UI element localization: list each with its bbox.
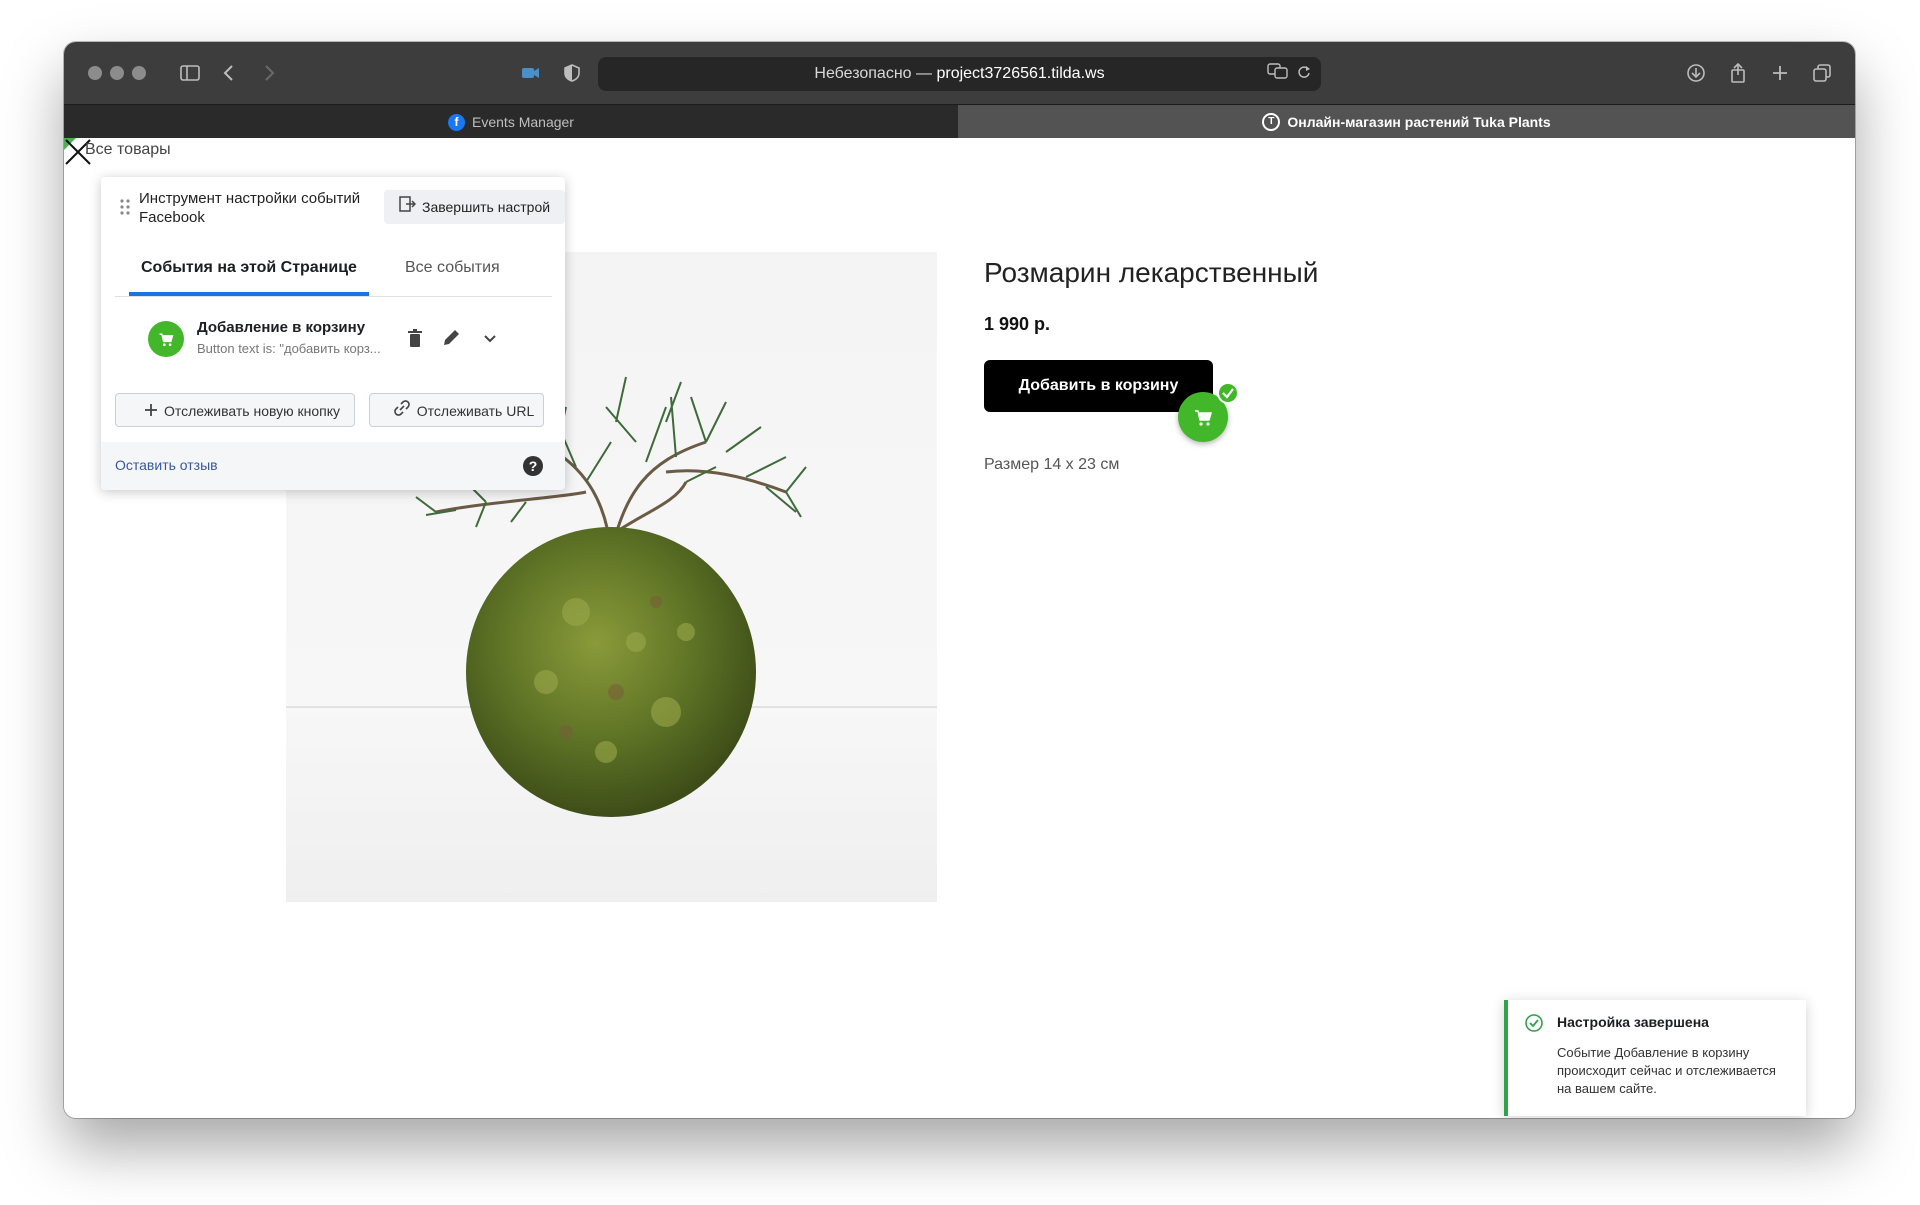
tilda-icon: T — [1262, 113, 1281, 131]
product-price: 1 990 р. — [984, 314, 1051, 334]
url-host: project3726561.tilda.ws — [936, 65, 1105, 82]
exit-icon — [398, 191, 417, 224]
url-prefix: Небезопасно — — [814, 65, 933, 82]
add-to-cart-button[interactable]: Добавить в корзину — [984, 360, 1213, 412]
forward-icon[interactable] — [254, 58, 284, 88]
facebook-icon: f — [448, 113, 466, 131]
feedback-link[interactable]: Оставить отзыв — [115, 457, 218, 473]
product-title: Розмарин лекарственный — [984, 257, 1319, 288]
browser-toolbar: Небезопасно — project3726561.tilda.ws — [64, 42, 1855, 104]
tab-events-manager[interactable]: f Events Manager — [64, 105, 958, 139]
link-icon — [393, 396, 411, 428]
browser-window: Небезопасно — project3726561.tilda.ws f … — [64, 42, 1855, 1118]
event-row[interactable]: Добавление в корзину Button text is: "до… — [101, 313, 565, 365]
track-new-button-label: Отслеживать новую кнопку — [163, 403, 341, 419]
event-name: Добавление в корзину — [197, 319, 366, 336]
privacy-shield-icon[interactable] — [557, 58, 587, 88]
reload-icon[interactable] — [1297, 57, 1311, 91]
chevron-down-icon[interactable] — [479, 327, 503, 351]
fb-event-setup-panel: Инструмент настройки событий Facebook За… — [101, 177, 565, 490]
address-bar[interactable]: Небезопасно — project3726561.tilda.ws — [598, 57, 1321, 91]
finish-setup-button[interactable]: Завершить настрой — [384, 190, 565, 224]
toast-title: Настройка завершена — [1557, 1014, 1709, 1030]
tab-page-events[interactable]: События на этой Странице — [129, 245, 369, 296]
plus-icon — [144, 396, 158, 428]
help-icon[interactable]: ? — [523, 456, 543, 476]
page-content: Все товары Розмарин лекарственный 1 990 … — [64, 138, 1855, 1118]
all-products-link[interactable]: Все товары — [85, 141, 171, 159]
pencil-icon[interactable] — [440, 327, 464, 351]
minimize-window-button[interactable] — [110, 66, 124, 80]
back-icon[interactable] — [214, 58, 244, 88]
tab-label: Онлайн-магазин растений Tuka Plants — [1287, 114, 1551, 130]
panel-title: Инструмент настройки событий Facebook — [139, 190, 361, 226]
panel-footer: Оставить отзыв ? — [101, 442, 565, 490]
downloads-icon[interactable] — [1681, 58, 1711, 88]
tab-all-events[interactable]: Все события — [393, 245, 512, 296]
track-url-button[interactable]: Отслеживать URL — [369, 393, 544, 427]
shopping-cart-icon — [1195, 410, 1212, 426]
check-circle-icon — [1525, 1014, 1543, 1032]
finish-setup-label: Завершить настрой — [422, 199, 551, 215]
tab-bar: f Events Manager T Онлайн-магазин растен… — [64, 104, 1855, 139]
product-size: Размер 14 х 23 см — [984, 456, 1120, 473]
translate-icon[interactable] — [1267, 57, 1289, 91]
tab-overview-icon[interactable] — [1807, 58, 1837, 88]
share-icon[interactable] — [1723, 58, 1753, 88]
setup-complete-toast: Настройка завершена Событие Добавление в… — [1504, 1000, 1806, 1116]
check-icon — [1217, 382, 1239, 404]
camera-indicator-icon — [515, 58, 545, 88]
tab-label: Events Manager — [472, 114, 574, 130]
shopping-cart-icon — [148, 321, 184, 357]
toast-body: Событие Добавление в корзину происходит … — [1557, 1045, 1776, 1096]
tab-tuka-plants[interactable]: T Онлайн-магазин растений Tuka Plants — [958, 105, 1855, 139]
sidebar-icon[interactable] — [175, 58, 205, 88]
track-new-button[interactable]: Отслеживать новую кнопку — [115, 393, 355, 427]
panel-tabs: События на этой Странице Все события — [115, 245, 552, 297]
zoom-window-button[interactable] — [132, 66, 146, 80]
new-tab-icon[interactable] — [1765, 58, 1795, 88]
panel-header: Инструмент настройки событий Facebook За… — [101, 177, 565, 239]
close-window-button[interactable] — [88, 66, 102, 80]
track-url-label: Отслеживать URL — [416, 403, 535, 419]
trash-icon[interactable] — [404, 327, 428, 351]
drag-handle-icon[interactable] — [119, 197, 131, 217]
event-description: Button text is: "добавить корз... — [197, 341, 381, 356]
